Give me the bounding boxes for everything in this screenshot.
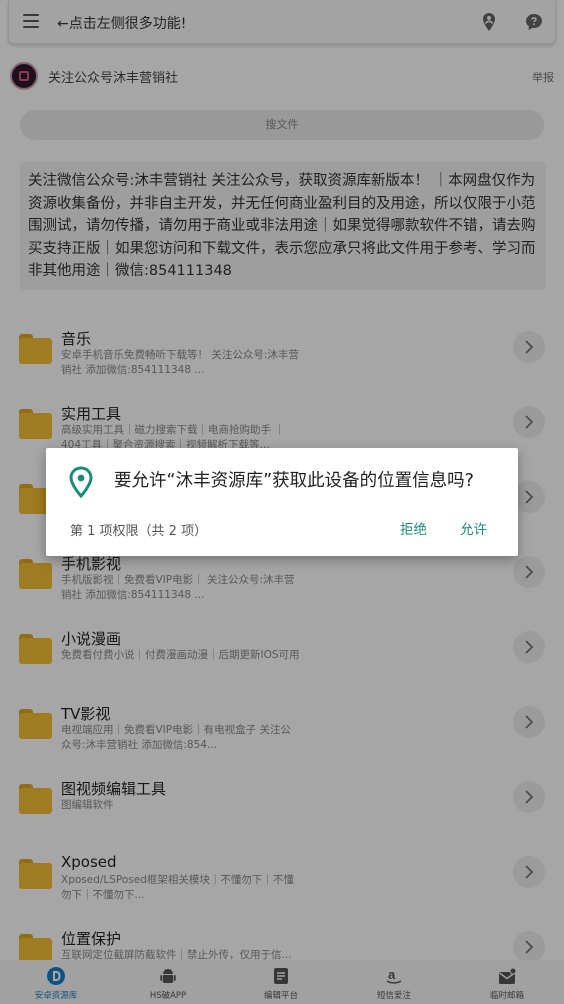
allow-button[interactable]: 允许 [460,518,487,538]
dialog-question: 要允许“沐丰资源库”获取此设备的位置信息吗? [114,471,474,491]
deny-button[interactable]: 拒绝 [400,518,427,538]
dialog-step-counter: 第 1 项权限（共 2 项） [70,524,208,539]
permission-dialog: 要允许“沐丰资源库”获取此设备的位置信息吗? 第 1 项权限（共 2 项） 拒绝… [46,448,518,556]
location-pin-icon [69,466,93,498]
